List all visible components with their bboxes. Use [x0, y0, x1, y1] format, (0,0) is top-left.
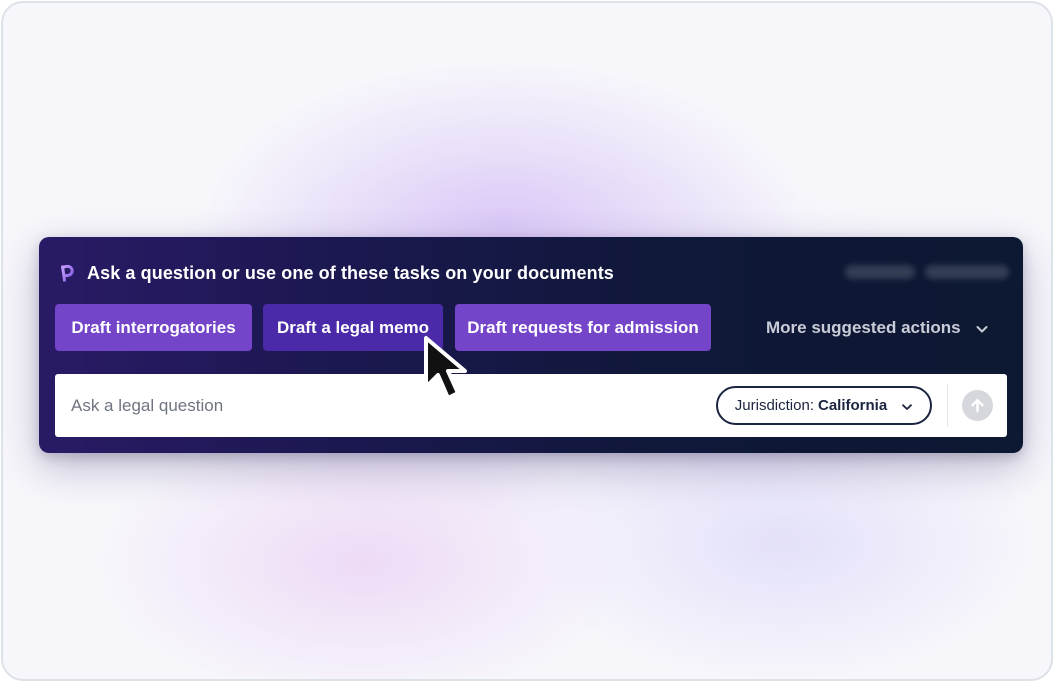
draft-requests-for-admission-button[interactable]: Draft requests for admission — [455, 304, 711, 351]
jurisdiction-separator: : — [809, 397, 814, 414]
draft-interrogatories-button[interactable]: Draft interrogatories — [55, 304, 252, 351]
question-input-bar: Jurisdiction: California — [55, 374, 1007, 437]
draft-legal-memo-button[interactable]: Draft a legal memo — [263, 304, 443, 351]
submit-button[interactable] — [962, 390, 993, 421]
arrow-up-icon — [971, 399, 984, 413]
blurred-tab-2 — [925, 265, 1009, 279]
input-divider — [947, 384, 948, 427]
panel-title: Ask a question or use one of these tasks… — [87, 262, 614, 283]
brand-logo-icon — [57, 263, 77, 283]
chevron-down-icon — [975, 321, 989, 335]
task-label: Draft requests for admission — [467, 317, 699, 337]
assistant-panel: Ask a question or use one of these tasks… — [39, 237, 1023, 453]
task-label: Draft interrogatories — [71, 317, 236, 337]
chevron-down-icon — [901, 400, 913, 412]
task-label: Draft a legal memo — [276, 317, 430, 337]
jurisdiction-label: Jurisdiction — [734, 397, 810, 414]
more-suggested-actions-button[interactable]: More suggested actions — [766, 304, 989, 351]
jurisdiction-select[interactable]: Jurisdiction: California — [716, 386, 932, 425]
screenshot-frame: Ask a question or use one of these tasks… — [1, 1, 1053, 681]
blurred-tab-1 — [845, 265, 915, 279]
mouse-cursor-icon — [422, 335, 480, 405]
more-actions-label: More suggested actions — [766, 317, 961, 337]
ask-legal-question-input[interactable] — [55, 374, 695, 437]
jurisdiction-value: California — [818, 397, 888, 414]
panel-header: Ask a question or use one of these tasks… — [57, 259, 614, 287]
